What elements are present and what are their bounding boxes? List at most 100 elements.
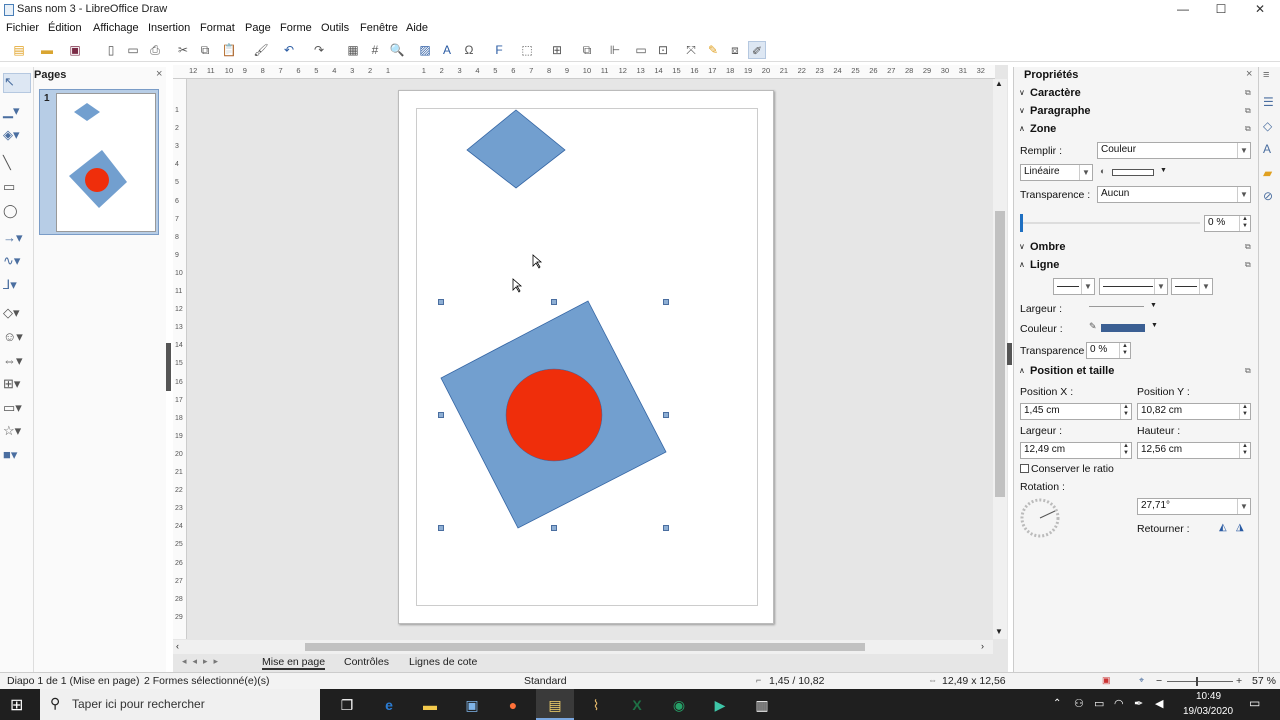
scroll-up-icon[interactable]: ▲ [995, 79, 1003, 88]
connector-icon[interactable]: ⅃▾ [3, 277, 31, 297]
pages-panel-splitter[interactable] [166, 343, 171, 391]
stars-icon[interactable]: ☆▾ [3, 423, 31, 443]
more-options-icon[interactable]: ⧉ [1245, 242, 1251, 252]
fill-color-icon[interactable]: ◈▾ [3, 127, 31, 147]
scroll-right-icon[interactable]: › [981, 641, 984, 651]
line-transparency-field[interactable]: 0 % ▲ ▼ [1086, 342, 1131, 359]
copy-icon[interactable]: ⧉ [196, 41, 214, 59]
line-width-dropdown[interactable]: ▼ [1089, 302, 1159, 313]
sidebar-close-icon[interactable]: × [1246, 68, 1252, 80]
line-arrow-icon[interactable]: →▾ [3, 230, 31, 250]
transparency-percent-field[interactable]: 0 % ▲ ▼ [1204, 215, 1251, 232]
horizontal-scrollbar[interactable]: ‹ › [173, 640, 993, 654]
firefox-icon[interactable]: ● [502, 695, 524, 715]
redo-icon[interactable]: ↷ [310, 41, 328, 59]
menu-edition[interactable]: Édition [48, 22, 82, 34]
zoom-slider-thumb[interactable] [1196, 677, 1198, 686]
libreoffice-draw-taskbar-button[interactable]: ▤ [536, 689, 574, 720]
vertical-scrollbar[interactable]: ▲ ▼ [993, 79, 1007, 639]
zoom-slider[interactable] [1167, 681, 1233, 682]
menu-page[interactable]: Page [245, 22, 271, 34]
arrange-icon[interactable]: ⧉ [578, 41, 596, 59]
scroll-down-icon[interactable]: ▼ [995, 627, 1003, 636]
section-line[interactable]: ∧ Ligne ⧉ [1014, 258, 1259, 275]
export-icon[interactable]: ▯ [102, 41, 120, 59]
selection-handle-bottom-right[interactable] [663, 525, 669, 531]
export-pdf-icon[interactable]: ▭ [124, 41, 142, 59]
menu-affichage[interactable]: Affichage [93, 22, 139, 34]
insert-textbox-icon[interactable]: A [438, 41, 456, 59]
position-y-field[interactable]: 10,82 cm ▲ ▼ [1137, 403, 1251, 420]
paste-icon[interactable]: 📋 [220, 41, 238, 59]
transparency-slider-thumb[interactable] [1020, 214, 1023, 232]
file-explorer-icon[interactable]: ▬ [419, 695, 441, 715]
transformations-icon[interactable]: ⬚ [518, 41, 536, 59]
special-character-icon[interactable]: Ω [460, 41, 478, 59]
menu-forme[interactable]: Forme [280, 22, 312, 34]
menu-insertion[interactable]: Insertion [148, 22, 190, 34]
more-options-icon[interactable]: ⧉ [1245, 124, 1251, 134]
section-character[interactable]: ∨ Caractère ⧉ [1014, 86, 1259, 103]
new-document-icon[interactable]: ▤ [10, 41, 28, 59]
gradient-select[interactable]: Linéaire ▼ [1020, 164, 1093, 181]
distribute-icon[interactable]: ⊩ [606, 41, 624, 59]
more-options-icon[interactable]: ⧉ [1245, 260, 1251, 270]
spin-icon[interactable]: ▲ ▼ [1120, 443, 1131, 458]
section-shadow[interactable]: ∨ Ombre ⧉ [1014, 240, 1259, 257]
close-button[interactable]: ✕ [1245, 2, 1275, 16]
fit-page-icon[interactable]: ⌖ [1139, 675, 1144, 686]
crop-icon[interactable]: ⊡ [654, 41, 672, 59]
show-draw-functions-icon[interactable]: ✐ [748, 41, 766, 59]
block-arrows-icon[interactable]: ⇔▾ [3, 353, 31, 373]
spin-icon[interactable]: ▲ ▼ [1239, 404, 1250, 419]
clone-formatting-icon[interactable]: 🖌 [252, 41, 270, 59]
vertical-scroll-thumb[interactable] [995, 211, 1005, 497]
undo-icon[interactable]: ↶ [280, 41, 298, 59]
line-style-select[interactable]: ▼ [1099, 278, 1168, 295]
section-zone[interactable]: ∧ Zone ⧉ [1014, 122, 1259, 139]
spin-icon[interactable]: ▲ ▼ [1119, 343, 1130, 358]
task-view-icon[interactable]: ❐ [336, 695, 358, 715]
keep-ratio-checkbox[interactable] [1020, 464, 1029, 473]
curve-icon[interactable]: ∿▾ [3, 253, 31, 273]
network-icon[interactable]: ◠ [1114, 697, 1124, 710]
grid-icon[interactable]: ▦ [344, 41, 362, 59]
selection-handle-top-right[interactable] [663, 299, 669, 305]
menu-format[interactable]: Format [200, 22, 235, 34]
height-field[interactable]: 12,56 cm ▲ ▼ [1137, 442, 1251, 459]
notifications-icon[interactable]: ▭ [1249, 696, 1260, 710]
document-modified-icon[interactable]: ▣ [1102, 675, 1111, 686]
line-color-dropdown[interactable]: ✎ ▼ [1089, 321, 1159, 334]
print-icon[interactable]: ⎙ [146, 41, 164, 59]
tab-navigation-icons[interactable]: ◂◂▸▸ [182, 656, 224, 667]
battery-icon[interactable]: ▭ [1094, 697, 1104, 710]
gallery-deck-icon[interactable]: ▰ [1263, 166, 1272, 180]
ellipse-icon[interactable]: ◯ [3, 203, 31, 223]
shapes-deck-icon[interactable]: ◇ [1263, 119, 1272, 133]
position-x-field[interactable]: 1,45 cm ▲ ▼ [1020, 403, 1132, 420]
taskbar-search-box[interactable]: ⚲ Taper ici pour rechercher [40, 689, 320, 720]
basic-shapes-icon[interactable]: ◇▾ [3, 305, 31, 325]
red-circle-shape[interactable] [505, 368, 603, 462]
zoom-in-icon[interactable]: + [1236, 675, 1242, 687]
helplines-icon[interactable]: # [366, 41, 384, 59]
notepad-icon[interactable]: ▥ [751, 695, 773, 715]
green-app-icon[interactable]: ◉ [668, 695, 690, 715]
more-options-icon[interactable]: ⧉ [1245, 88, 1251, 98]
shadow-icon[interactable]: ▭ [632, 41, 650, 59]
minimize-button[interactable]: — [1168, 2, 1198, 16]
align-icon[interactable]: ⊞ [548, 41, 566, 59]
3d-objects-icon[interactable]: ■▾ [3, 447, 31, 467]
horizontal-scroll-thumb[interactable] [305, 643, 865, 651]
zoom-out-icon[interactable]: − [1156, 675, 1162, 687]
line-icon[interactable]: ╲ [3, 155, 31, 175]
fill-select[interactable]: Couleur ▼ [1097, 142, 1251, 159]
selection-handle-bottom-left[interactable] [438, 525, 444, 531]
store-icon[interactable]: ▣ [461, 695, 483, 715]
maximize-button[interactable]: ☐ [1206, 2, 1236, 16]
pages-panel-close-icon[interactable]: × [156, 68, 162, 80]
line-color-icon[interactable]: ▁▾ [3, 103, 31, 123]
spin-icon[interactable]: ▲ ▼ [1120, 404, 1131, 419]
open-folder-icon[interactable]: ▬ [38, 41, 56, 59]
deck-menu-icon[interactable]: ≡ [1263, 69, 1269, 81]
